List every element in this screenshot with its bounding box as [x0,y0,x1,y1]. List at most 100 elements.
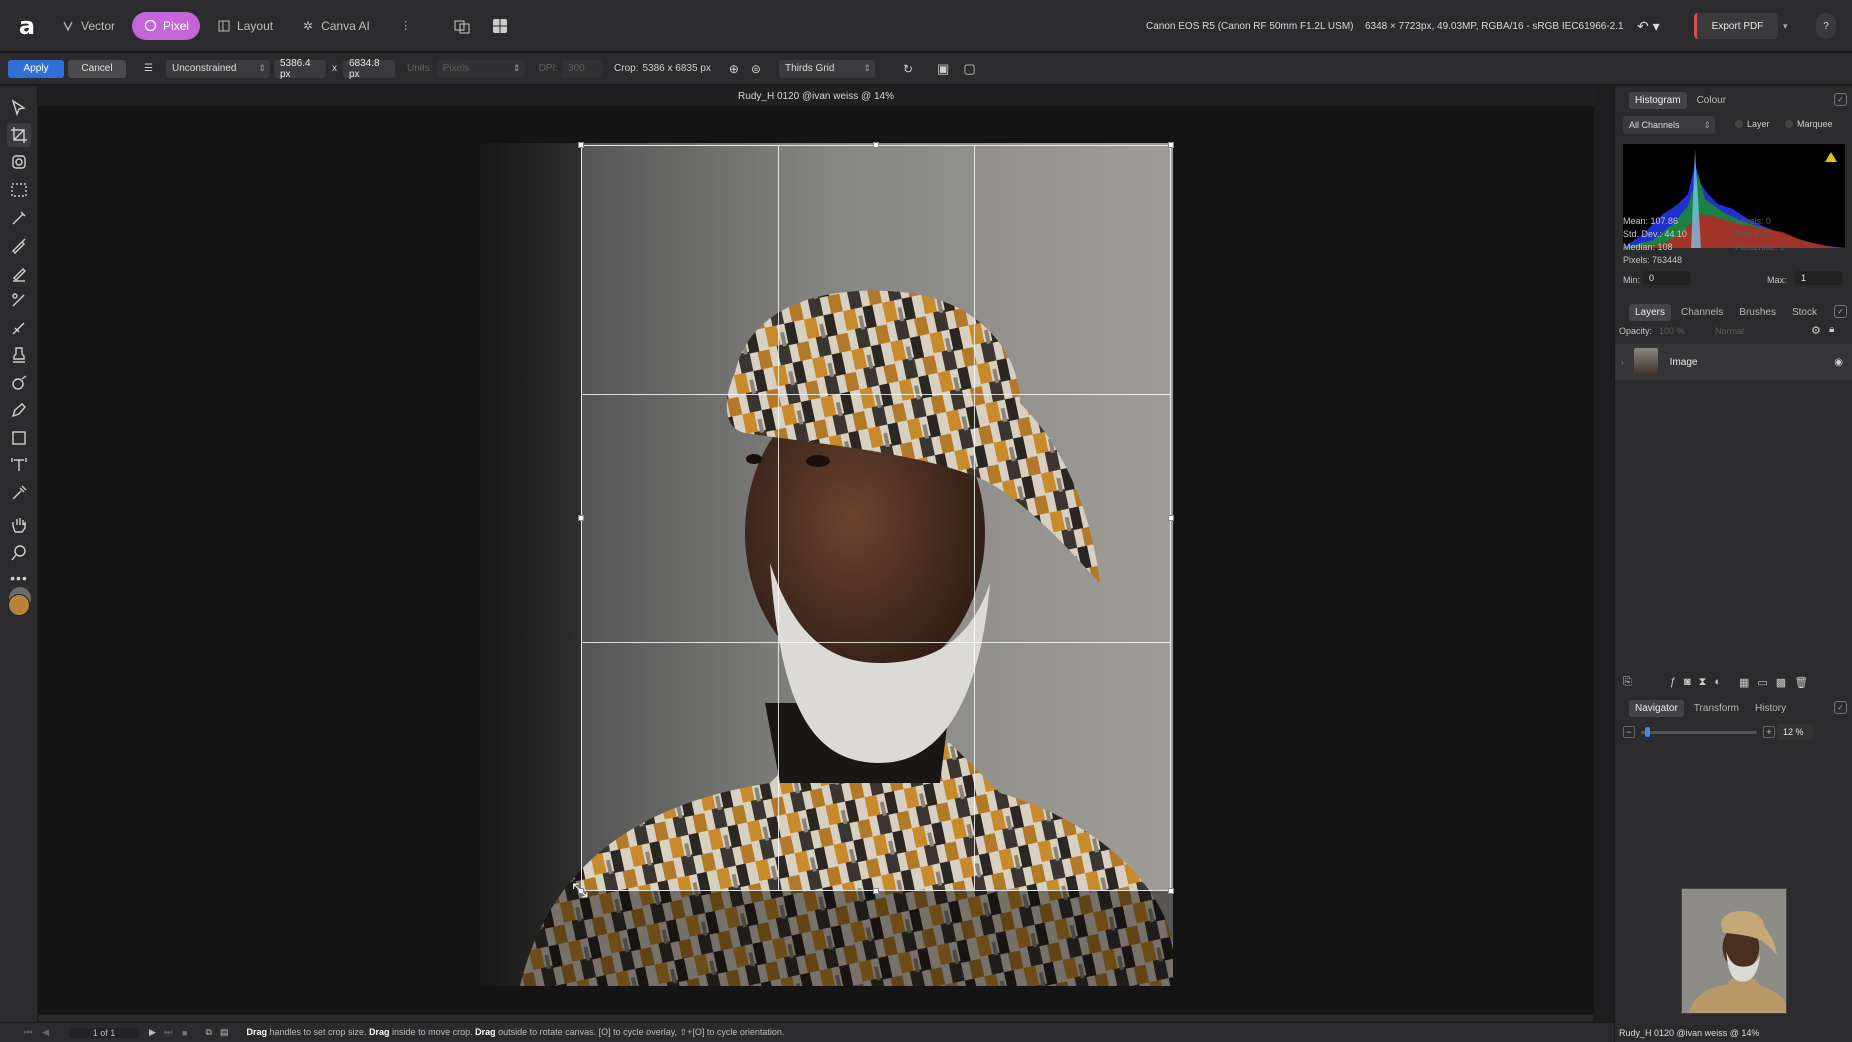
shape-tool-icon[interactable] [7,426,31,450]
erase-brush-icon[interactable] [7,316,31,340]
rect-selection-icon[interactable] [7,178,31,202]
marquee-checkbox[interactable] [1785,120,1793,128]
rotate-overlay-icon[interactable]: ↻ [903,62,913,76]
move-tool-icon[interactable] [7,96,31,120]
pen-icon[interactable] [7,398,31,422]
tab-stock[interactable]: Stock [1786,304,1823,321]
prev-page-icon[interactable]: ◀ [42,1027,49,1038]
layer-checkbox[interactable] [1735,120,1743,128]
panel-collapse-icon[interactable]: ✓ [1834,701,1847,714]
auto-crop-icon[interactable]: ⊜ [751,62,761,76]
overlay-select[interactable]: Thirds Grid [778,59,875,78]
max-field[interactable]: 1 [1795,271,1843,285]
lock-icon[interactable]: 🔒︎ [1829,324,1834,335]
crop-settings-icon[interactable]: ☰ [144,63,158,74]
scrollbar-thumb[interactable] [38,1015,1594,1021]
crop-handle-left[interactable] [578,515,584,521]
first-page-icon[interactable]: ⏮ [24,1027,32,1038]
persona-pixel[interactable]: Pixel [132,11,201,40]
crop-rectangle[interactable] [578,142,1174,894]
export-pdf-button[interactable]: Export PDF [1694,13,1778,39]
crop-tool-icon[interactable] [7,123,31,147]
crop-option-icon[interactable]: ▣ [937,61,949,77]
dodge-icon[interactable] [7,371,31,395]
page-delete-icon[interactable]: ▤ [220,1027,229,1038]
panel-collapse-icon[interactable]: ✓ [1834,93,1847,106]
crop-handle-top-left[interactable] [578,142,584,148]
panel-collapse-icon[interactable]: ✓ [1834,305,1847,318]
tab-transform[interactable]: Transform [1688,700,1745,717]
visibility-icon[interactable]: ◉ [1834,357,1843,368]
tab-histogram[interactable]: Histogram [1629,91,1687,109]
crop-handle-top[interactable] [873,142,879,148]
delete-layer-icon[interactable]: 🗑︎ [1794,676,1808,689]
tab-navigator[interactable]: Navigator [1629,699,1684,717]
cancel-button[interactable]: Cancel [68,59,126,78]
app-logo[interactable]: a [14,12,40,40]
zoom-slider[interactable] [1641,731,1757,734]
blend-mode-select[interactable]: Normal [1715,326,1744,336]
units-select[interactable]: Pixels [436,59,525,78]
channel-select[interactable]: All Channels [1623,116,1715,134]
tab-history[interactable]: History [1749,700,1792,717]
min-field[interactable]: 0 [1643,271,1691,285]
layer-style-icon[interactable]: ⎘ [1623,676,1632,689]
navigator-thumbnail[interactable] [1681,888,1787,1014]
checker-icon[interactable]: ▩ [1776,676,1786,689]
zoom-in-icon[interactable]: + [1763,726,1775,738]
group-icon[interactable]: ▭ [1757,676,1767,689]
eyedropper-icon[interactable] [7,481,31,505]
straighten-icon[interactable]: ⊕ [729,62,739,76]
opacity-value[interactable]: 100 % [1659,326,1685,336]
crop-handle-top-right[interactable] [1168,142,1174,148]
tab-colour[interactable]: Colour [1691,92,1732,109]
crop-width-field[interactable]: 5386.4 px [274,58,326,80]
zoom-tool-icon[interactable] [7,541,31,565]
page-copy-icon[interactable]: ⧉ [206,1027,212,1038]
undo-icon[interactable]: ↶ ▾ [1637,0,1660,52]
adjustment-icon[interactable]: ⧗ [1699,676,1707,689]
crop-handle-bottom[interactable] [873,888,879,894]
persona-layout[interactable]: Layout [206,12,284,40]
next-page-icon[interactable]: ▶ [149,1027,156,1038]
studio-link-icon[interactable] [449,13,475,39]
zoom-value[interactable]: 12 % [1777,724,1813,740]
selection-brush-icon[interactable] [7,206,31,230]
persona-canva-ai[interactable]: ✲ Canva AI [290,12,381,40]
view-tool-icon[interactable] [7,150,31,174]
record-icon[interactable]: ■ [182,1028,187,1038]
persona-vector[interactable]: Vector [50,12,126,40]
help-icon[interactable]: ? [1816,13,1836,39]
crop-handle-right[interactable] [1168,515,1174,521]
more-options-icon[interactable]: ⋮ [393,13,419,39]
retouch-icon[interactable] [7,288,31,312]
apply-button[interactable]: Apply [8,59,64,78]
export-dropdown-icon[interactable]: ▾ [1783,0,1788,52]
clone-stamp-icon[interactable] [7,343,31,367]
crop-height-field[interactable]: 6834.8 px [343,58,395,80]
crop-handle-bottom-right[interactable] [1168,888,1174,894]
zoom-slider-thumb[interactable] [1645,727,1650,737]
text-tool-icon[interactable] [7,453,31,477]
snapping-grid-icon[interactable] [487,13,513,39]
dpi-field[interactable]: 300 [562,59,603,78]
tab-layers[interactable]: Layers [1629,303,1672,321]
crop-mode-select[interactable]: Unconstrained [166,59,270,78]
expand-icon[interactable]: › [1621,358,1624,367]
tab-brushes[interactable]: Brushes [1733,304,1782,321]
layer-settings-icon[interactable]: ⚙ [1811,324,1821,337]
horizontal-scrollbar[interactable] [38,1014,1594,1022]
live-filter-icon[interactable]: ◐ [1714,676,1721,688]
crop-option-alt-icon[interactable]: ▢ [963,61,975,77]
primary-colour-swatch[interactable] [8,594,30,616]
fx-icon[interactable]: ƒ [1670,676,1676,688]
layer-row-image[interactable]: › Image ◉ [1615,344,1852,380]
pixel-brush-icon[interactable] [7,261,31,285]
last-page-icon[interactable]: ⏭ [164,1027,172,1038]
zoom-out-icon[interactable]: − [1623,726,1635,738]
tab-channels[interactable]: Channels [1675,304,1729,321]
paint-brush-icon[interactable] [7,233,31,257]
add-pixel-layer-icon[interactable]: ▦ [1739,676,1749,689]
mask-icon[interactable]: ◙ [1684,676,1691,688]
hand-tool-icon[interactable] [7,513,31,537]
